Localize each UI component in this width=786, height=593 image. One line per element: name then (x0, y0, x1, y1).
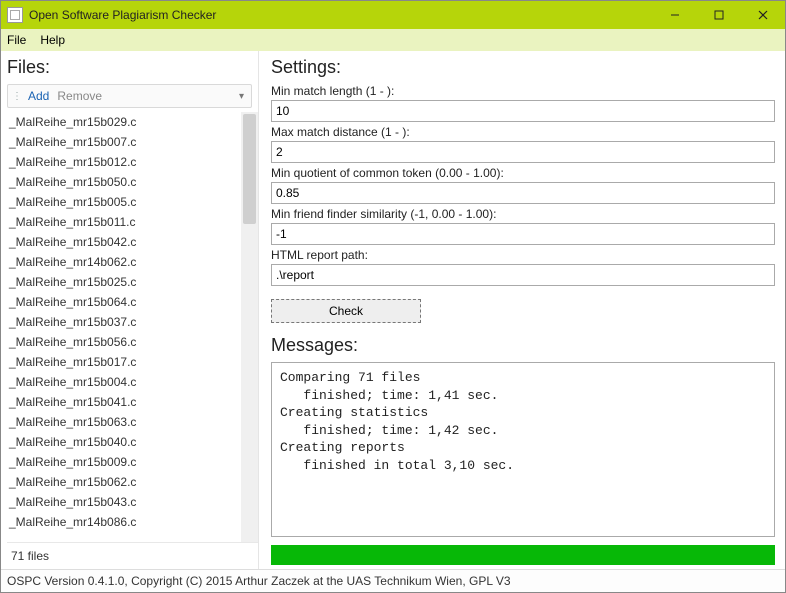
file-item[interactable]: _MalReihe_mr15b029.c (7, 112, 241, 132)
messages-title: Messages: (271, 335, 775, 356)
settings-title: Settings: (271, 57, 775, 78)
check-button[interactable]: Check (271, 299, 421, 323)
file-item[interactable]: _MalReihe_mr15b012.c (7, 152, 241, 172)
scrollbar-thumb[interactable] (243, 114, 256, 224)
add-button[interactable]: Add (24, 89, 53, 103)
menu-help[interactable]: Help (40, 33, 65, 47)
close-button[interactable] (741, 1, 785, 29)
min-match-length-label: Min match length (1 - ): (271, 84, 775, 98)
file-item[interactable]: _MalReihe_mr15b064.c (7, 292, 241, 312)
settings-panel: Settings: Min match length (1 - ): Max m… (259, 51, 785, 569)
messages-output[interactable]: Comparing 71 files finished; time: 1,41 … (271, 362, 775, 537)
file-item[interactable]: _MalReihe_mr15b011.c (7, 212, 241, 232)
min-friend-similarity-input[interactable] (271, 223, 775, 245)
max-match-distance-label: Max match distance (1 - ): (271, 125, 775, 139)
file-item[interactable]: _MalReihe_mr15b043.c (7, 492, 241, 512)
file-item[interactable]: _MalReihe_mr15b042.c (7, 232, 241, 252)
file-item[interactable]: _MalReihe_mr15b062.c (7, 472, 241, 492)
file-item[interactable]: _MalReihe_mr15b041.c (7, 392, 241, 412)
window-title: Open Software Plagiarism Checker (29, 8, 653, 22)
toolbar-grip-icon: ⋮ (12, 91, 20, 102)
file-list[interactable]: _MalReihe_mr15b029.c_MalReihe_mr15b007.c… (7, 112, 241, 542)
file-item[interactable]: _MalReihe_mr14b086.c (7, 512, 241, 532)
minimize-button[interactable] (653, 1, 697, 29)
report-path-label: HTML report path: (271, 248, 775, 262)
file-item[interactable]: _MalReihe_mr15b056.c (7, 332, 241, 352)
files-count: 71 files (7, 542, 258, 569)
statusbar: OSPC Version 0.4.1.0, Copyright (C) 2015… (1, 569, 785, 592)
min-quotient-input[interactable] (271, 182, 775, 204)
file-list-scrollbar[interactable] (241, 112, 258, 542)
file-item[interactable]: _MalReihe_mr14b062.c (7, 252, 241, 272)
toolbar-overflow-icon[interactable]: ▾ (236, 91, 247, 102)
file-item[interactable]: _MalReihe_mr15b050.c (7, 172, 241, 192)
app-icon (7, 7, 23, 23)
min-friend-similarity-label: Min friend finder similarity (-1, 0.00 -… (271, 207, 775, 221)
titlebar[interactable]: Open Software Plagiarism Checker (1, 1, 785, 29)
file-item[interactable]: _MalReihe_mr15b037.c (7, 312, 241, 332)
files-toolbar: ⋮ Add Remove ▾ (7, 84, 252, 108)
file-item[interactable]: _MalReihe_mr15b009.c (7, 452, 241, 472)
max-match-distance-input[interactable] (271, 141, 775, 163)
report-path-input[interactable] (271, 264, 775, 286)
file-item[interactable]: _MalReihe_mr15b017.c (7, 352, 241, 372)
min-match-length-input[interactable] (271, 100, 775, 122)
file-item[interactable]: _MalReihe_mr15b040.c (7, 432, 241, 452)
menubar: File Help (1, 29, 785, 51)
progress-bar (271, 545, 775, 565)
files-title: Files: (7, 57, 258, 78)
file-item[interactable]: _MalReihe_mr15b007.c (7, 132, 241, 152)
min-quotient-label: Min quotient of common token (0.00 - 1.0… (271, 166, 775, 180)
file-item[interactable]: _MalReihe_mr15b025.c (7, 272, 241, 292)
maximize-button[interactable] (697, 1, 741, 29)
file-item[interactable]: _MalReihe_mr15b063.c (7, 412, 241, 432)
menu-file[interactable]: File (7, 33, 26, 47)
remove-button[interactable]: Remove (53, 89, 106, 103)
file-item[interactable]: _MalReihe_mr15b005.c (7, 192, 241, 212)
file-item[interactable]: _MalReihe_mr15b004.c (7, 372, 241, 392)
files-panel: Files: ⋮ Add Remove ▾ _MalReihe_mr15b029… (1, 51, 259, 569)
